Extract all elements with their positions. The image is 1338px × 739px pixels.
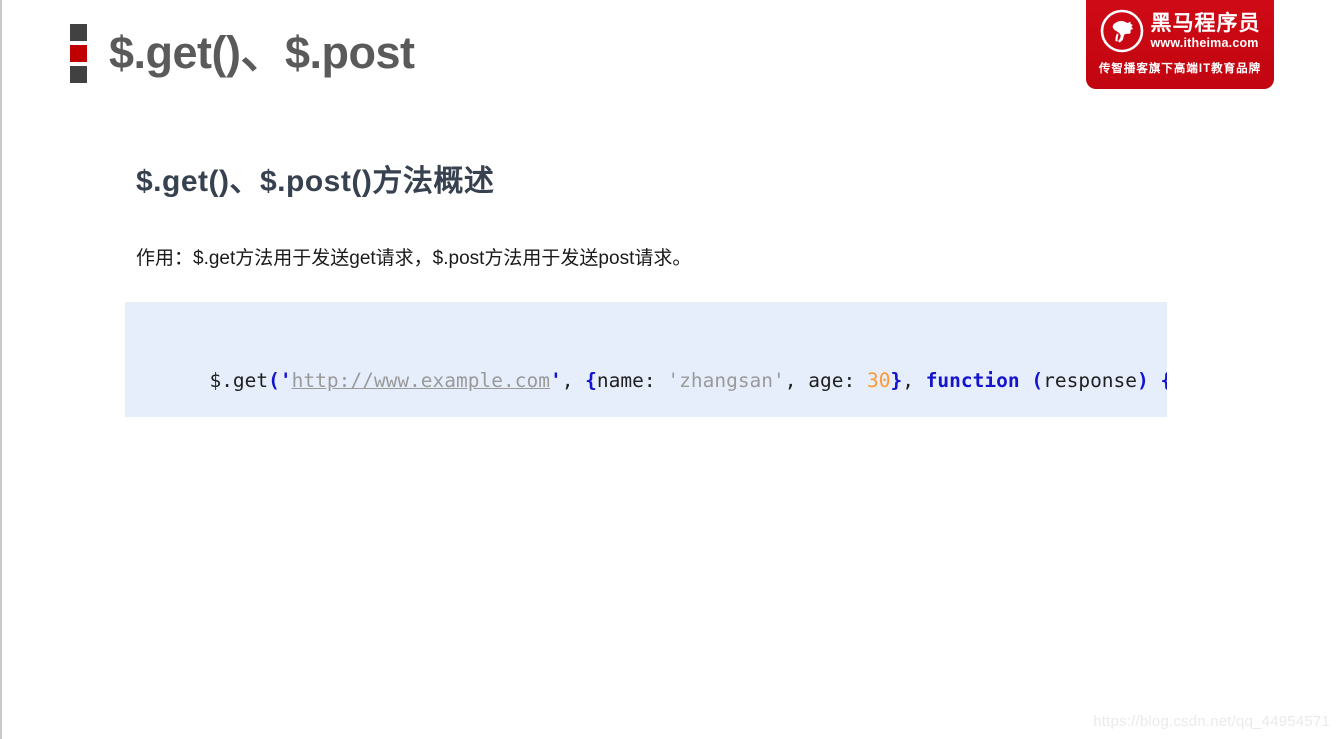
horse-head-circle-icon <box>1100 9 1143 53</box>
code-comma-2: , <box>902 369 926 392</box>
code-sample-block: $.get('http://www.example.com', {name: '… <box>125 302 1167 417</box>
code-url-literal: http://www.example.com <box>291 369 550 392</box>
code-open-paren: ( <box>268 369 280 392</box>
page-title: $.get()、$.post <box>109 27 415 78</box>
code-quote-close: ' <box>549 369 562 392</box>
logo-website-url: www.itheima.com <box>1150 35 1259 50</box>
logo-brand-name: 黑马程序员 <box>1150 11 1261 35</box>
logo-tagline: 传智播客旗下高端IT教育品牌 <box>1098 63 1262 75</box>
title-marker-icon <box>70 24 87 83</box>
code-brace-close: } <box>890 369 903 392</box>
code-line: $.get('http://www.example.com', {name: '… <box>139 328 1167 417</box>
code-callback-param: response <box>1043 369 1138 392</box>
code-key-name: name: <box>596 369 668 392</box>
code-separator: , <box>784 369 809 392</box>
logo-primary-row: 黑马程序员 www.itheima.com <box>1086 9 1274 53</box>
section-heading: $.get()、$.post()方法概述 <box>136 165 495 198</box>
code-callback-body: {} <box>1149 369 1167 392</box>
marker-square-top <box>70 24 87 41</box>
brand-logo: 黑马程序员 www.itheima.com 传智播客旗下高端IT教育品牌 <box>1086 0 1274 89</box>
slide-canvas: $.get()、$.post 黑马程序员 www.itheima.com 传智播… <box>0 0 1338 739</box>
code-value-age: 30 <box>866 369 891 392</box>
logo-text-block: 黑马程序员 www.itheima.com <box>1151 13 1261 50</box>
code-quote-open: ' <box>279 369 292 392</box>
code-brace-open: { <box>585 369 597 392</box>
code-function-call: $.get <box>209 369 269 392</box>
watermark-text: https://blog.csdn.net/qq_44954571 <box>1093 713 1330 730</box>
marker-square-bottom <box>70 66 87 83</box>
section-description: 作用：$.get方法用于发送get请求，$.post方法用于发送post请求。 <box>136 248 692 269</box>
code-callback-paren-open: ( <box>1031 369 1044 392</box>
slide-title-row: $.get()、$.post <box>70 22 415 83</box>
marker-square-middle <box>70 45 87 62</box>
code-key-age: age: <box>808 369 867 392</box>
code-keyword-function: function <box>925 369 1020 392</box>
code-value-name: 'zhangsan' <box>667 369 785 392</box>
code-callback-paren-close: ) <box>1137 369 1149 392</box>
code-comma: , <box>561 369 586 392</box>
